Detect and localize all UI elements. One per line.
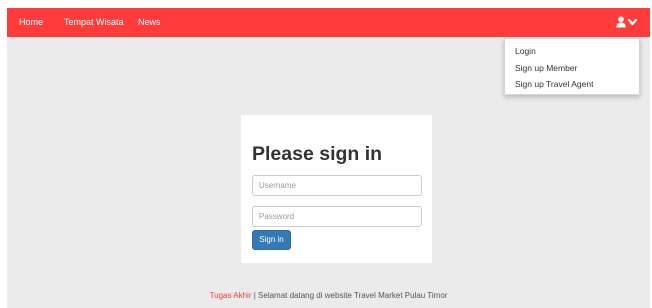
login-card: Please sign in Sign in xyxy=(241,115,432,263)
dropdown-item-signup-member[interactable]: Sign up Member xyxy=(515,63,577,73)
dropdown-item-signup-travel-agent[interactable]: Sign up Travel Agent xyxy=(515,79,593,89)
footer: Tugas Akhir | Selamat datang di website … xyxy=(7,291,650,301)
user-dropdown-menu: Login Sign up Member Sign up Travel Agen… xyxy=(504,38,640,95)
footer-text: Selamat datang di website Travel Market … xyxy=(258,291,448,300)
user-icon xyxy=(616,16,638,28)
password-input[interactable] xyxy=(252,206,422,227)
dropdown-item-login[interactable]: Login xyxy=(515,46,536,56)
nav-news-link[interactable]: News xyxy=(138,17,161,28)
navbar: Home Tempat Wisata News xyxy=(7,8,650,37)
nav-home-link[interactable]: Home xyxy=(19,17,43,28)
user-menu-toggle[interactable] xyxy=(616,16,638,29)
chevron-down-icon xyxy=(627,18,638,26)
page-container: Home Tempat Wisata News Login Sign up Me… xyxy=(7,8,650,308)
login-title: Please sign in xyxy=(252,143,383,165)
nav-tempat-wisata-link[interactable]: Tempat Wisata xyxy=(64,17,124,28)
sign-in-button[interactable]: Sign in xyxy=(252,230,291,250)
username-input[interactable] xyxy=(252,175,422,196)
footer-tugas-akhir-link[interactable]: Tugas Akhir xyxy=(210,291,252,300)
